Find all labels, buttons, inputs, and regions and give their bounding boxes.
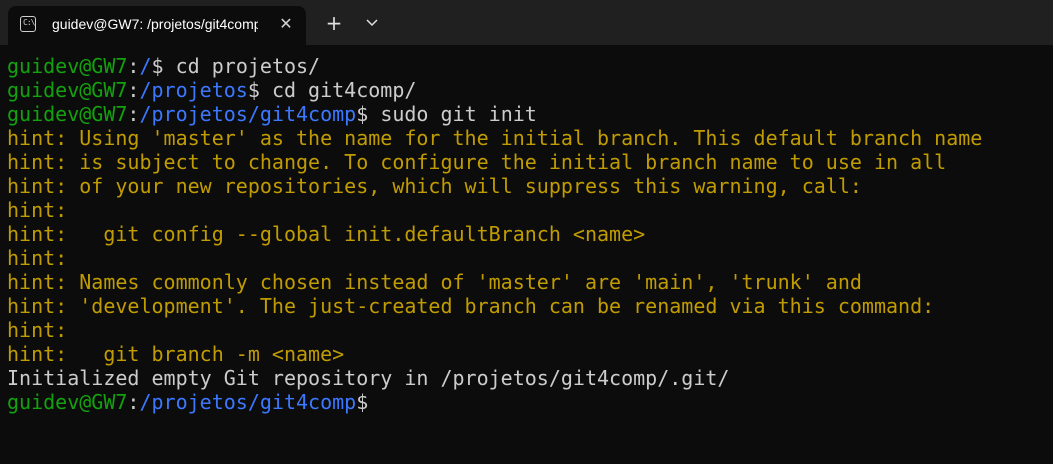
terminal-icon-glyph: C:\: [23, 18, 35, 27]
prompt-separator: :: [127, 54, 140, 78]
prompt-path: /: [139, 54, 152, 78]
prompt-user: guidev@GW7: [7, 390, 128, 414]
prompt-line: guidev@GW7:/projetos/git4comp$: [7, 390, 1047, 414]
tab-bar: C:\ guidev@GW7: /projetos/git4comp ✕ +: [0, 0, 1053, 45]
hint-line: hint: Using 'master' as the name for the…: [7, 126, 1047, 150]
hint-line: hint: is subject to change. To configure…: [7, 150, 1047, 174]
output-line: Initialized empty Git repository in /pro…: [7, 366, 1047, 390]
hint-line: hint:: [7, 198, 1047, 222]
close-tab-icon[interactable]: ✕: [277, 15, 295, 33]
prompt-user: guidev@GW7: [7, 78, 128, 102]
hint-text: hint: is subject to change. To configure…: [7, 150, 947, 174]
hint-text: hint: git branch -m <name>: [7, 342, 345, 366]
terminal-icon: C:\: [20, 16, 36, 32]
terminal-tab[interactable]: C:\ guidev@GW7: /projetos/git4comp ✕: [8, 6, 306, 45]
prompt-separator: :: [127, 102, 140, 126]
hint-text: hint:: [7, 198, 68, 222]
terminal-output[interactable]: guidev@GW7:/$ cd projetos/guidev@GW7:/pr…: [7, 54, 1047, 414]
prompt-command: cd git4comp/: [271, 78, 417, 102]
prompt-path: /projetos/git4comp: [139, 390, 357, 414]
new-tab-button[interactable]: +: [320, 10, 348, 36]
hint-text: hint: 'development'. The just-created br…: [7, 294, 935, 318]
prompt-symbol: $: [151, 54, 176, 78]
prompt-path: /projetos: [139, 78, 248, 102]
prompt-line: guidev@GW7:/projetos$ cd git4comp/: [7, 78, 1047, 102]
prompt-user: guidev@GW7: [7, 102, 128, 126]
hint-text: hint: Using 'master' as the name for the…: [7, 126, 983, 150]
prompt-separator: :: [127, 78, 140, 102]
hint-text: hint: Names commonly chosen instead of '…: [7, 270, 862, 294]
prompt-command: sudo git init: [380, 102, 537, 126]
hint-line: hint: git config --global init.defaultBr…: [7, 222, 1047, 246]
hint-text: hint: git config --global init.defaultBr…: [7, 222, 646, 246]
hint-line: hint: git branch -m <name>: [7, 342, 1047, 366]
prompt-symbol: $: [356, 102, 381, 126]
hint-line: hint: 'development'. The just-created br…: [7, 294, 1047, 318]
prompt-user: guidev@GW7: [7, 54, 128, 78]
prompt-separator: :: [127, 390, 140, 414]
prompt-line: guidev@GW7:/projetos/git4comp$ sudo git …: [7, 102, 1047, 126]
hint-text: hint:: [7, 318, 68, 342]
prompt-path: /projetos/git4comp: [139, 102, 357, 126]
hint-line: hint: of your new repositories, which wi…: [7, 174, 1047, 198]
prompt-line: guidev@GW7:/$ cd projetos/: [7, 54, 1047, 78]
prompt-symbol: $: [356, 390, 369, 414]
hint-line: hint:: [7, 246, 1047, 270]
hint-line: hint: Names commonly chosen instead of '…: [7, 270, 1047, 294]
tab-dropdown-button[interactable]: [358, 10, 386, 36]
output-text: Initialized empty Git repository in /pro…: [7, 366, 730, 390]
chevron-down-icon: [366, 19, 378, 27]
hint-line: hint:: [7, 318, 1047, 342]
hint-text: hint: of your new repositories, which wi…: [7, 174, 862, 198]
prompt-command: cd projetos/: [175, 54, 321, 78]
hint-text: hint:: [7, 246, 68, 270]
tab-title: guidev@GW7: /projetos/git4comp: [52, 16, 258, 32]
prompt-symbol: $: [247, 78, 272, 102]
